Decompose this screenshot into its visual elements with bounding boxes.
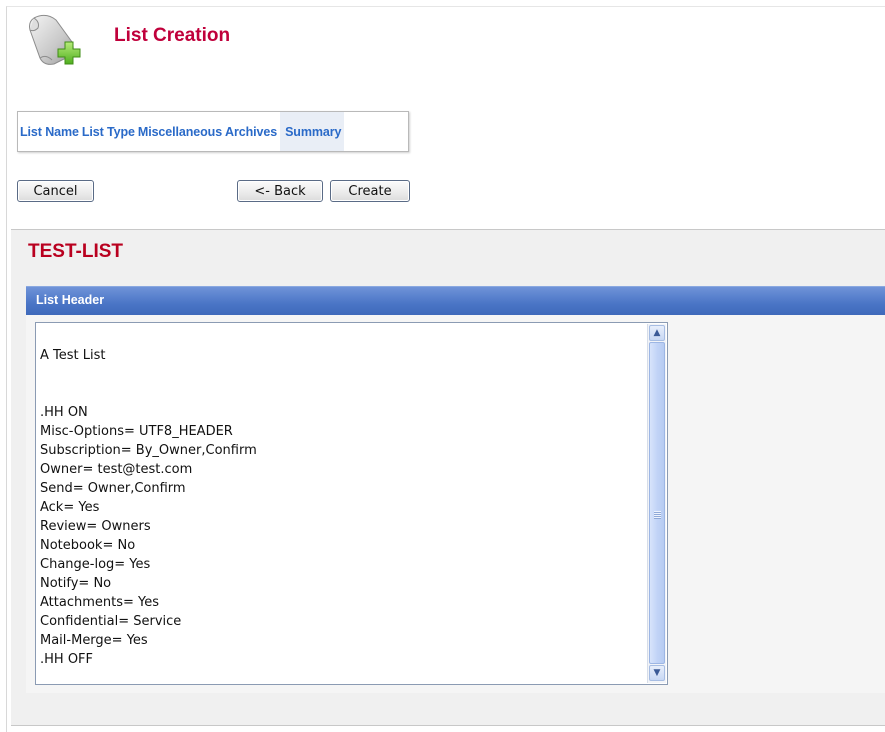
scrollbar-grip-icon — [654, 511, 661, 519]
list-header-textarea[interactable]: A Test List .HH ON Misc-Options= UTF8_HE… — [35, 322, 668, 685]
step-miscellaneous[interactable]: Miscellaneous — [138, 112, 222, 151]
scroll-down-arrow-icon[interactable]: ▼ — [649, 665, 665, 681]
step-summary[interactable]: Summary — [280, 112, 345, 151]
page-title: List Creation — [114, 25, 231, 46]
scroll-add-icon — [26, 12, 90, 70]
scroll-up-arrow-icon[interactable]: ▲ — [649, 325, 665, 341]
section-header-bar — [26, 286, 885, 315]
back-button[interactable]: <- Back — [237, 180, 323, 202]
step-list-type[interactable]: List Type — [82, 112, 135, 151]
list-name-heading: TEST-LIST — [28, 241, 123, 262]
step-archives[interactable]: Archives — [225, 112, 277, 151]
step-list-name[interactable]: List Name — [18, 112, 79, 151]
list-header-text: A Test List .HH ON Misc-Options= UTF8_HE… — [40, 348, 257, 667]
vertical-scrollbar[interactable]: ▲ ▼ — [647, 324, 666, 683]
create-button[interactable]: Create — [330, 180, 410, 202]
section-title: List Header — [36, 293, 105, 307]
cancel-button[interactable]: Cancel — [17, 180, 94, 202]
scrollbar-thumb[interactable] — [649, 342, 665, 664]
wizard-steps: List Name List Type Miscellaneous Archiv… — [17, 111, 409, 152]
